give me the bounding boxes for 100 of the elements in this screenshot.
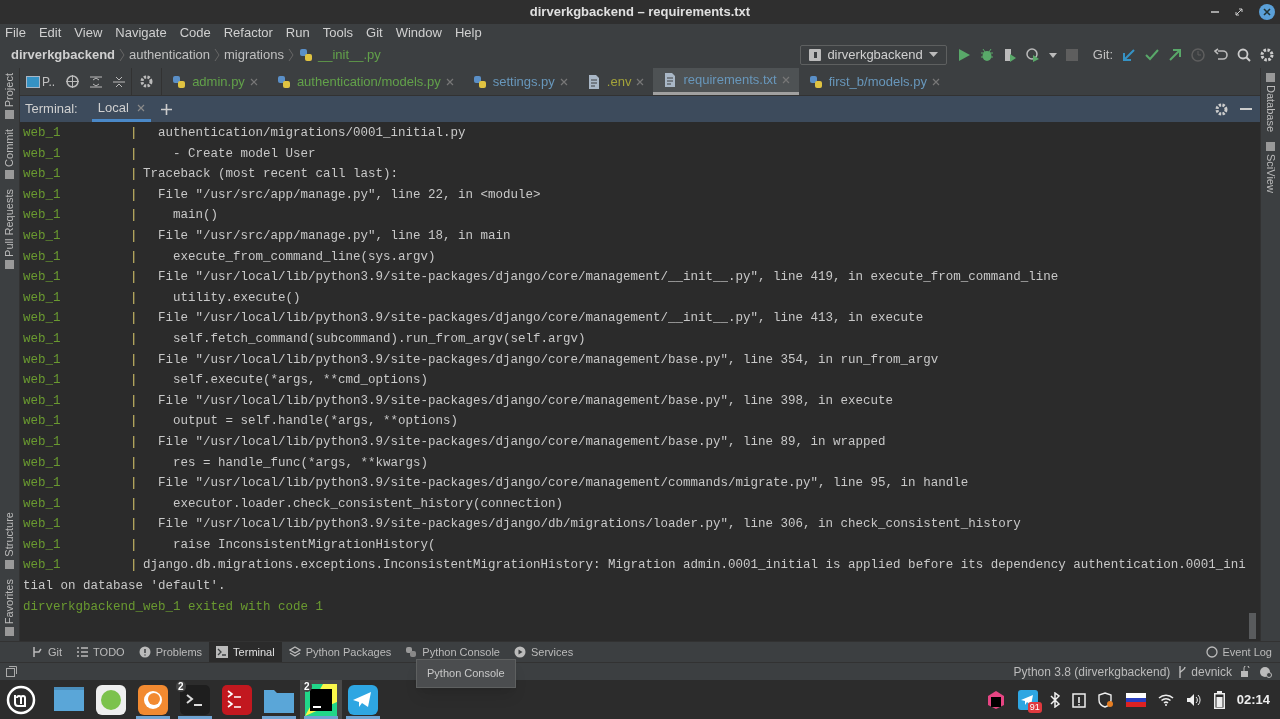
log-prefix: web_1 [23,372,62,390]
tooltip: Python Console [416,659,516,688]
log-separator: | [130,125,139,142]
menu-item[interactable]: File [5,23,26,43]
log-prefix: web_1 [23,351,62,369]
tool-window-tab[interactable]: Git [24,642,70,662]
editor-tab[interactable]: admin.py [162,68,267,95]
tool-stripe-button[interactable]: SciView [1262,137,1279,199]
log-line: res = handle_func(*args, **kwargs) [172,454,429,472]
log-line: django.db.migrations.exceptions.InconsistentMigrationHistory: Migration admin.0001_initial is applied before its dependency authentication.0001_ini [143,557,1246,575]
menu-item[interactable]: Run [285,23,310,43]
tool-stripe-button[interactable]: Structure [1,507,18,574]
log-prefix: web_1 [23,289,62,307]
log-separator: | [130,475,139,493]
log-prefix: web_1 [23,330,62,348]
log-separator: | [130,227,139,245]
log-prefix: web_1 [23,269,62,287]
count-badge: 2 [302,681,312,692]
log-line: File "/usr/local/lib/python3.9/site-packages/django/core/management/base.py", line 398, in execute [157,392,894,410]
tool-stripe-button[interactable]: Pull Requests [1,184,18,274]
run-config-dropdown[interactable]: dirverkgbackend [800,45,947,65]
editor-tab[interactable]: authentication/models.py [266,68,463,95]
log-separator: | [130,351,139,369]
log-separator: | [130,392,139,410]
breadcrumb-item[interactable]: authentication [129,45,210,65]
log-prefix: web_1 [23,536,62,554]
tool-window-tab[interactable]: Python Packages [281,642,399,662]
tool-stripe-button[interactable]: Project [1,68,18,125]
log-prefix: web_1 [23,207,62,225]
log-prefix: web_1 [23,145,62,163]
log-separator: | [130,330,139,348]
branch-status[interactable]: devnick [1178,662,1232,681]
log-line: authentication/migrations/0001_initial.py [157,125,466,142]
editor-tab[interactable]: settings.py [462,68,577,95]
log-separator: | [130,248,139,266]
log-separator: | [130,433,139,451]
window-title: dirverkgbackend – requirements.txt [529,3,751,22]
clock[interactable]: 02:14 [1236,689,1270,710]
log-separator: | [130,186,139,204]
menu-item[interactable]: Help [454,23,482,43]
log-separator: | [130,516,139,534]
log-prefix: web_1 [23,125,62,142]
log-line: File "/usr/src/app/manage.py", line 18, in main [157,227,511,245]
count-badge: 2 [176,681,186,692]
log-line: execute_from_command_line(sys.argv) [172,248,436,266]
log-prefix: web_1 [23,310,62,328]
log-line: raise InconsistentMigrationHistory( [172,536,436,554]
log-separator: | [130,372,139,390]
log-line: File "/usr/local/lib/python3.9/site-packages/django/core/management/__init__.py", line 413, in execute [157,310,924,328]
tool-stripe-button[interactable]: Database [1262,68,1279,138]
tool-window-tab[interactable]: Problems [131,642,210,662]
log-separator: | [130,536,139,554]
log-line: self.execute(*args, **cmd_options) [172,372,429,390]
menu-item[interactable]: Window [395,23,442,43]
menu-item[interactable]: View [74,23,103,43]
log-prefix: web_1 [23,475,62,493]
menu-item[interactable]: Tools [322,23,354,43]
tool-window-tab[interactable]: Services [507,642,581,662]
taskbar-app[interactable]: 2 [300,680,342,719]
log-prefix: web_1 [23,495,62,513]
log-line: main() [172,207,218,225]
tool-window-tab[interactable]: Python Console [398,642,507,662]
log-separator: | [130,166,139,184]
breadcrumb-item[interactable]: dirverkgbackend [11,45,116,65]
menu-item[interactable]: Edit [38,23,62,43]
log-prefix: web_1 [23,413,62,431]
menu-item[interactable]: Git [366,23,383,43]
editor-tab[interactable]: first_b/models.py [798,68,949,95]
breadcrumb-item[interactable]: __init__.py [317,45,381,65]
project-view-dropdown[interactable]: P.. [26,72,56,91]
breadcrumb-item[interactable]: migrations [224,45,284,65]
exit-message: dirverkgbackend_web_1 exited with code 1 [23,598,324,616]
log-line: File "/usr/src/app/manage.py", line 22, in <module> [157,186,541,204]
log-line: File "/usr/local/lib/python3.9/site-packages/django/core/management/base.py", line 354, in run_from_argv [157,351,939,369]
taskbar-app[interactable]: 2 [174,680,216,719]
log-prefix: web_1 [23,557,62,575]
log-separator: | [130,207,139,225]
log-line: File "/usr/local/lib/python3.9/site-packages/django/db/migrations/loader.py", line 306, in check_consistent_history [157,516,1021,534]
tool-window-tab[interactable]: TODO [69,642,132,662]
log-line: File "/usr/local/lib/python3.9/site-packages/django/core/management/base.py", line 89, in wrapped [157,433,886,451]
log-prefix: web_1 [23,166,62,184]
log-separator: | [130,413,139,431]
tool-stripe-button[interactable]: Commit [1,124,18,185]
event-log-button[interactable]: Event Log [1206,643,1272,661]
log-line: output = self.handle(*args, **options) [172,413,459,431]
terminal-label: Terminal: [25,100,78,119]
menu-item[interactable]: Code [179,23,211,43]
interpreter-status[interactable]: Python 3.8 (dirverkgbackend) [1013,662,1171,681]
log-line: File "/usr/local/lib/python3.9/site-packages/django/core/management/__init__.py", line 419, in execute_from_command_line [157,269,1059,287]
editor-tab[interactable]: .env [576,68,654,95]
tool-stripe-button[interactable]: Favorites [1,573,18,641]
log-separator: | [130,454,139,472]
log-line: executor.loader.check_consistent_history(connection) [172,495,564,513]
log-prefix: web_1 [23,433,62,451]
menu-item[interactable]: Refactor [223,23,273,43]
menu-item[interactable]: Navigate [115,23,167,43]
log-separator: | [130,269,139,287]
log-line: tial on database 'default'. [23,578,226,596]
tool-window-tab[interactable]: Terminal [209,642,282,662]
log-line: Traceback (most recent call last): [143,166,399,184]
